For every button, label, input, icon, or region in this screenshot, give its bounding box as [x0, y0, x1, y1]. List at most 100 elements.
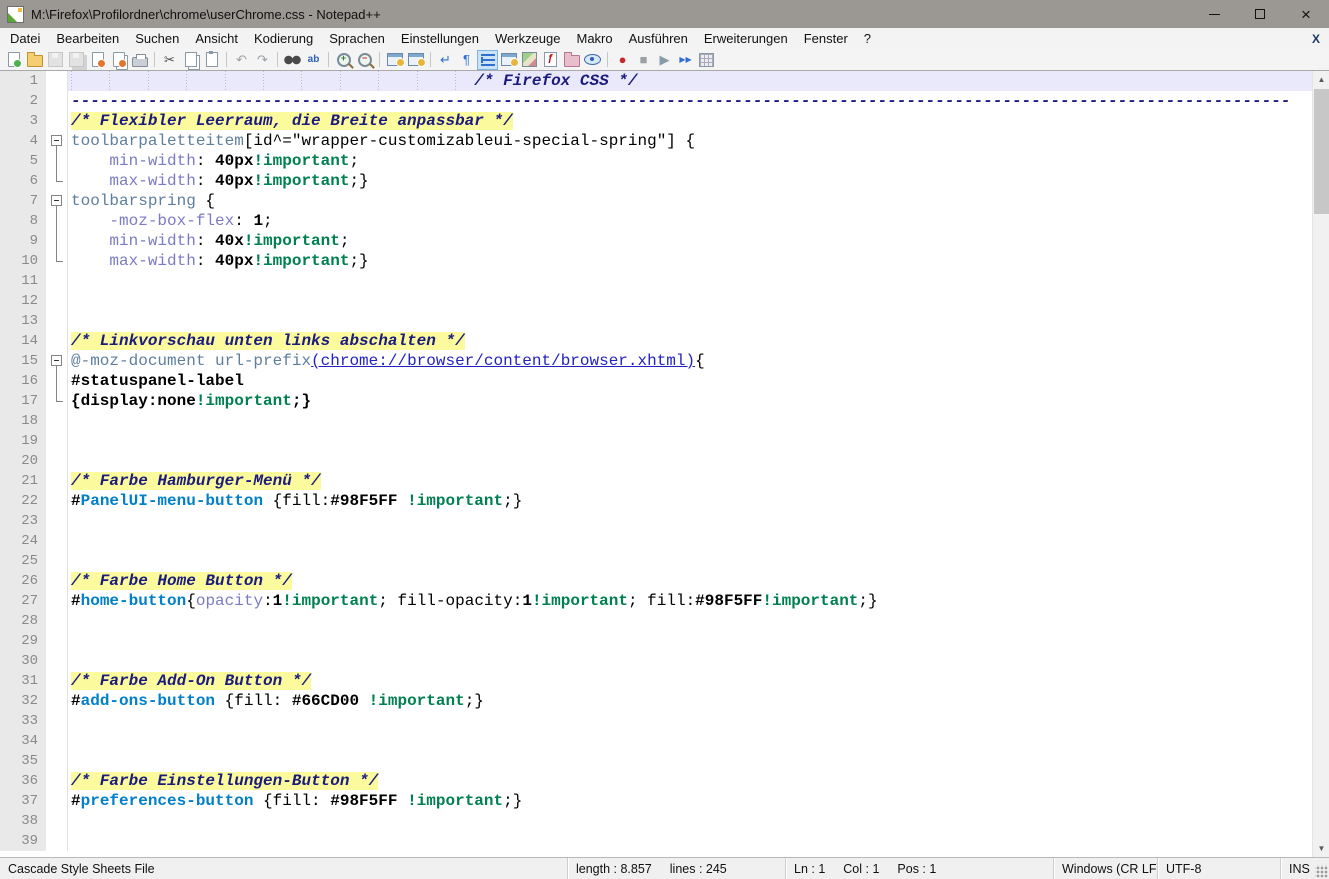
word-wrap-button[interactable]: ↵ [435, 50, 456, 70]
editor-line[interactable]: 6 max-width: 40px!important;} [0, 171, 1329, 191]
close-button[interactable]: × [1283, 0, 1329, 28]
minimize-button[interactable] [1191, 0, 1237, 28]
fold-collapse-icon[interactable] [51, 195, 62, 206]
statusbar-eol[interactable]: Windows (CR LF) [1053, 858, 1157, 879]
save-all-button[interactable] [66, 50, 87, 70]
macro-play-button[interactable]: ▶ [654, 50, 675, 70]
editor-line[interactable]: 1 /* Firefox CSS */ [0, 71, 1329, 91]
editor-line[interactable]: 14/* Linkvorschau unten links abschalten… [0, 331, 1329, 351]
macro-save-button[interactable] [696, 50, 717, 70]
editor-line[interactable]: 17{display:none!important;} [0, 391, 1329, 411]
menu-item-ausfuehren[interactable]: Ausführen [621, 29, 696, 48]
menu-item-makro[interactable]: Makro [569, 29, 621, 48]
editor-line[interactable]: 9 min-width: 40x!important; [0, 231, 1329, 251]
editor-line[interactable]: 33 [0, 711, 1329, 731]
editor-line[interactable]: 4toolbarpaletteitem[id^="wrapper-customi… [0, 131, 1329, 151]
editor-line[interactable]: 2---------------------------------------… [0, 91, 1329, 111]
macro-stop-button[interactable]: ■ [633, 50, 654, 70]
menu-item-einstellungen[interactable]: Einstellungen [393, 29, 487, 48]
scrollbar-thumb[interactable] [1314, 89, 1329, 214]
editor-line[interactable]: 24 [0, 531, 1329, 551]
function-list-button[interactable]: ƒ [540, 50, 561, 70]
editor-line[interactable]: 5 min-width: 40px!important; [0, 151, 1329, 171]
menu-item-bearbeiten[interactable]: Bearbeiten [48, 29, 127, 48]
editor-line[interactable]: 32#add-ons-button {fill: #66CD00 !import… [0, 691, 1329, 711]
cut-button[interactable]: ✂ [159, 50, 180, 70]
vertical-scrollbar[interactable]: ▲ ▼ [1312, 71, 1329, 857]
editor-line[interactable]: 19 [0, 431, 1329, 451]
show-all-characters-button[interactable]: ¶ [456, 50, 477, 70]
user-defined-dialog-button[interactable] [498, 50, 519, 70]
find-button[interactable] [282, 50, 303, 70]
fold-margin[interactable] [46, 131, 68, 151]
editor-line[interactable]: 3/* Flexibler Leerraum, die Breite anpas… [0, 111, 1329, 131]
editor-line[interactable]: 25 [0, 551, 1329, 571]
editor-line[interactable]: 21/* Farbe Hamburger-Menü */ [0, 471, 1329, 491]
fold-collapse-icon[interactable] [51, 355, 62, 366]
editor-line[interactable]: 26/* Farbe Home Button */ [0, 571, 1329, 591]
editor-line[interactable]: 34 [0, 731, 1329, 751]
menu-item-werkzeuge[interactable]: Werkzeuge [487, 29, 569, 48]
editor-line[interactable]: 35 [0, 751, 1329, 771]
menu-item-erweiterungen[interactable]: Erweiterungen [696, 29, 796, 48]
editor-line[interactable]: 8 -moz-box-flex: 1; [0, 211, 1329, 231]
editor-line[interactable]: 15@-moz-document url-prefix(chrome://bro… [0, 351, 1329, 371]
editor-line[interactable]: 20 [0, 451, 1329, 471]
menu-item-sprachen[interactable]: Sprachen [321, 29, 393, 48]
open-file-button[interactable] [24, 50, 45, 70]
menu-item-fenster[interactable]: Fenster [796, 29, 856, 48]
menu-item-kodierung[interactable]: Kodierung [246, 29, 321, 48]
macro-run-multiple-button[interactable]: ▶▶ [675, 50, 696, 70]
editor-line[interactable]: 39 [0, 831, 1329, 851]
document-map-button[interactable] [519, 50, 540, 70]
statusbar-encoding[interactable]: UTF-8 [1157, 858, 1280, 879]
zoom-in-button[interactable]: + [333, 50, 354, 70]
fold-margin[interactable] [46, 351, 68, 371]
monitoring-button[interactable] [582, 50, 603, 70]
undo-button[interactable]: ↶ [231, 50, 252, 70]
fold-collapse-icon[interactable] [51, 135, 62, 146]
print-button[interactable] [129, 50, 150, 70]
editor-area[interactable]: 1 /* Firefox CSS */2--------------------… [0, 71, 1329, 857]
editor-line[interactable]: 22#PanelUI-menu-button {fill:#98F5FF !im… [0, 491, 1329, 511]
editor-line[interactable]: 13 [0, 311, 1329, 331]
close-file-button[interactable] [87, 50, 108, 70]
editor-line[interactable]: 37#preferences-button {fill: #98F5FF !im… [0, 791, 1329, 811]
paste-button[interactable] [201, 50, 222, 70]
maximize-button[interactable] [1237, 0, 1283, 28]
scroll-down-button[interactable]: ▼ [1313, 840, 1329, 857]
folder-as-workspace-button[interactable] [561, 50, 582, 70]
menu-item-hilfe[interactable]: ? [856, 29, 879, 48]
editor-line[interactable]: 16#statuspanel-label [0, 371, 1329, 391]
zoom-out-button[interactable]: − [354, 50, 375, 70]
fold-margin[interactable] [46, 191, 68, 211]
close-all-files-button[interactable] [108, 50, 129, 70]
editor-line[interactable]: 30 [0, 651, 1329, 671]
editor-line[interactable]: 27#home-button{opacity:1!important; fill… [0, 591, 1329, 611]
editor-line[interactable]: 10 max-width: 40px!important;} [0, 251, 1329, 271]
editor-line[interactable]: 12 [0, 291, 1329, 311]
close-document-button[interactable]: X [1312, 32, 1320, 46]
save-button[interactable] [45, 50, 66, 70]
copy-button[interactable] [180, 50, 201, 70]
editor-line[interactable]: 28 [0, 611, 1329, 631]
redo-button[interactable]: ↷ [252, 50, 273, 70]
editor-line[interactable]: 18 [0, 411, 1329, 431]
macro-record-button[interactable]: ● [612, 50, 633, 70]
resize-grip[interactable] [1315, 865, 1328, 878]
menu-item-ansicht[interactable]: Ansicht [187, 29, 246, 48]
scroll-up-button[interactable]: ▲ [1313, 71, 1329, 88]
new-file-button[interactable] [3, 50, 24, 70]
editor-line[interactable]: 7toolbarspring { [0, 191, 1329, 211]
show-indent-guide-button[interactable] [477, 50, 498, 70]
sync-vertical-scrolling-button[interactable] [384, 50, 405, 70]
editor-line[interactable]: 29 [0, 631, 1329, 651]
editor-line[interactable]: 38 [0, 811, 1329, 831]
statusbar-position[interactable]: Ln : 1 Col : 1 Pos : 1 [785, 858, 1053, 879]
editor-line[interactable]: 23 [0, 511, 1329, 531]
menu-item-datei[interactable]: Datei [2, 29, 48, 48]
replace-button[interactable]: ab [303, 50, 324, 70]
editor-line[interactable]: 31/* Farbe Add-On Button */ [0, 671, 1329, 691]
editor-line[interactable]: 36/* Farbe Einstellungen-Button */ [0, 771, 1329, 791]
menu-item-suchen[interactable]: Suchen [127, 29, 187, 48]
